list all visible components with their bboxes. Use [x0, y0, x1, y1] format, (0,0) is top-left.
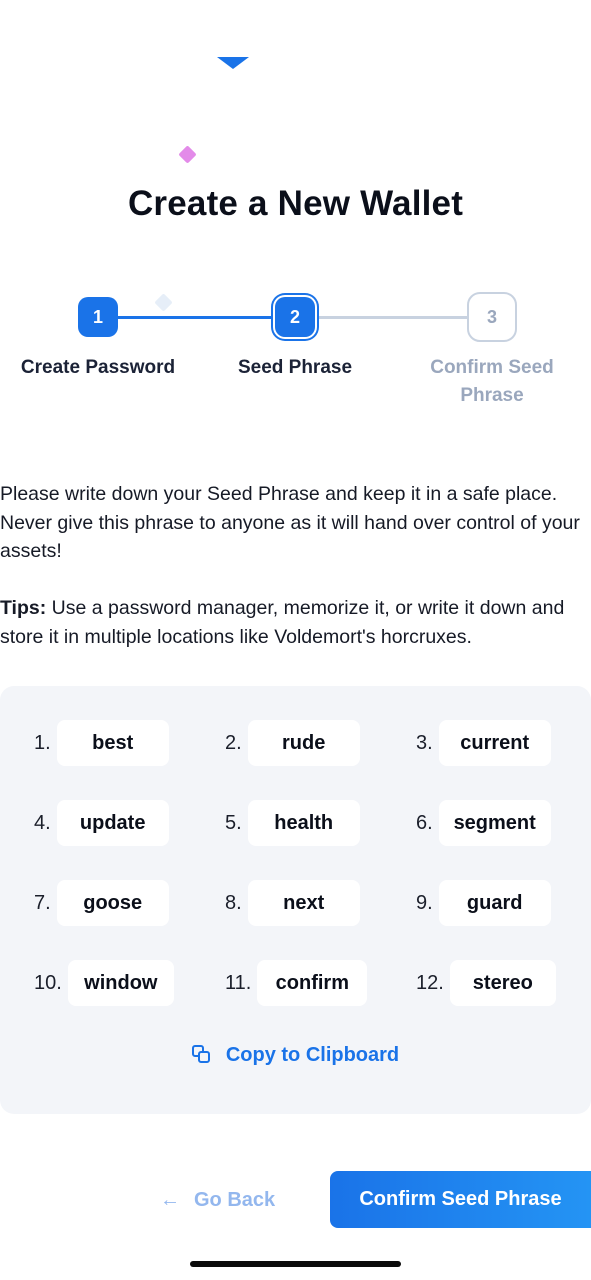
stepper-line-complete: [118, 316, 278, 319]
seed-row: 7. goose 8. next 9. guard: [0, 880, 591, 926]
seed-word-index: 3.: [416, 731, 433, 754]
copy-to-clipboard-label: Copy to Clipboard: [225, 1043, 400, 1066]
seed-word-chip: goose: [56, 880, 169, 926]
tips-body: Use a password manager, memorize it, or …: [0, 597, 565, 648]
seed-word-chip: current: [438, 720, 551, 766]
decorative-diamond: [154, 293, 173, 312]
seed-word-index: 7.: [34, 891, 51, 914]
step-1-label: Create Password: [20, 357, 176, 378]
seed-word-item: 8. next: [225, 880, 360, 926]
copy-icon: [191, 1045, 212, 1065]
seed-word-item: 6. segment: [416, 800, 551, 846]
step-2-indicator: 2: [275, 297, 315, 337]
seed-word-item: 5. health: [225, 800, 360, 846]
copy-to-clipboard-button[interactable]: Copy to Clipboard: [0, 1040, 591, 1070]
seed-word-chip: best: [56, 720, 169, 766]
seed-word-index: 11.: [225, 971, 252, 994]
seed-word-chip: guard: [438, 880, 551, 926]
seed-row: 10. window 11. confirm 12. stereo: [0, 960, 591, 1006]
seed-word-item: 4. update: [34, 800, 169, 846]
seed-word-item: 2. rude: [225, 720, 360, 766]
page-title: Create a New Wallet: [127, 184, 464, 223]
stepper-line-upcoming: [316, 316, 476, 319]
seed-word-chip: confirm: [257, 960, 368, 1006]
seed-word-chip: health: [247, 800, 360, 846]
seed-phrase-panel: 1. best 2. rude 3. current 4. update 5. …: [0, 686, 591, 1114]
seed-word-index: 10.: [34, 971, 62, 994]
decorative-diamond: [178, 145, 197, 164]
seed-word-index: 6.: [416, 811, 433, 834]
seed-word-item: 3. current: [416, 720, 551, 766]
seed-word-item: 12. stereo: [416, 960, 556, 1006]
step-1-indicator: 1: [78, 297, 118, 337]
arrow-left-icon: ←: [160, 1188, 180, 1211]
seed-word-item: 7. goose: [34, 880, 169, 926]
seed-word-item: 9. guard: [416, 880, 551, 926]
seed-word-index: 9.: [416, 891, 433, 914]
seed-word-chip: stereo: [449, 960, 556, 1006]
step-3-label: Confirm Seed Phrase: [430, 357, 554, 406]
decorative-triangle: [217, 57, 249, 69]
tips-label: Tips:: [0, 597, 47, 619]
seed-word-index: 5.: [225, 811, 242, 834]
confirm-seed-phrase-button[interactable]: Confirm Seed Phrase: [330, 1171, 591, 1228]
seed-word-item: 1. best: [34, 720, 169, 766]
seed-word-chip: window: [67, 960, 174, 1006]
seed-word-index: 8.: [225, 891, 242, 914]
seed-word-item: 11. confirm: [225, 960, 368, 1006]
step-3-indicator: 3: [467, 292, 517, 342]
seed-word-index: 12.: [416, 971, 444, 994]
home-indicator: [190, 1261, 401, 1267]
seed-row: 4. update 5. health 6. segment: [0, 800, 591, 846]
step-2-label: Seed Phrase: [237, 357, 353, 378]
seed-word-chip: rude: [247, 720, 360, 766]
seed-word-chip: segment: [438, 800, 551, 846]
seed-word-index: 4.: [34, 811, 51, 834]
seed-word-item: 10. window: [34, 960, 174, 1006]
seed-word-index: 1.: [34, 731, 51, 754]
go-back-label: Go Back: [194, 1188, 276, 1211]
seed-word-index: 2.: [225, 731, 242, 754]
go-back-button[interactable]: ← Go Back: [160, 1180, 275, 1220]
seed-word-chip: update: [56, 800, 169, 846]
tips-text: Tips: Use a password manager, memorize i…: [0, 594, 591, 651]
seed-word-chip: next: [247, 880, 360, 926]
instructions-text: Please write down your Seed Phrase and k…: [0, 483, 580, 562]
seed-row: 1. best 2. rude 3. current: [0, 720, 591, 766]
